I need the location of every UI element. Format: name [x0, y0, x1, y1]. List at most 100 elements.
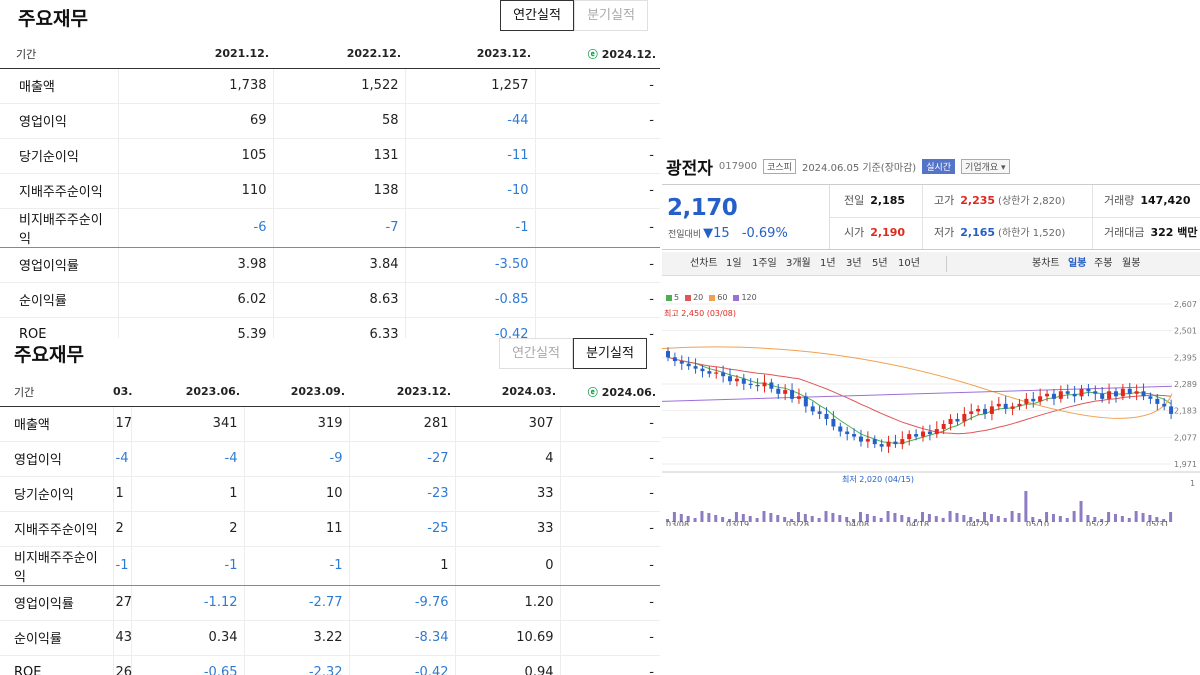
- quote-box: 2,170 전일대비 ▼15 -0.69% 전일 2,185 고가 2,235 (상한가…: [662, 184, 1200, 250]
- table-cell: -: [560, 406, 660, 442]
- table-cell: -0.42: [405, 317, 536, 338]
- range-3y[interactable]: 3년: [846, 252, 862, 276]
- candle-body: [927, 431, 932, 435]
- row-label: 당기순이익: [0, 476, 114, 512]
- candle-body: [1086, 388, 1091, 392]
- range-1y[interactable]: 1년: [820, 252, 836, 276]
- candle-body: [852, 434, 857, 437]
- table-cell: 3.84: [273, 247, 406, 283]
- table-cell: 0.34: [131, 620, 245, 656]
- stock-name: 광전자: [666, 158, 713, 179]
- volume-bar: [872, 516, 876, 522]
- volume-bar: [1127, 518, 1131, 522]
- volume-bar: [1003, 518, 1007, 522]
- volume-bar: [1113, 514, 1117, 522]
- range-3m[interactable]: 3개월: [786, 252, 811, 276]
- candle-body: [1141, 391, 1146, 397]
- candle-body: [748, 383, 753, 386]
- candle-body: [783, 390, 788, 394]
- candle-body: [1051, 393, 1056, 399]
- candle-body: [872, 439, 877, 445]
- tab-annual[interactable]: 연간실적: [499, 338, 573, 369]
- table-cell: 27: [113, 585, 132, 621]
- stock-header: 광전자 017900 코스피 2024.06.05 기준(장마감) 실시간 기업…: [666, 156, 1010, 179]
- row-label: 영업이익: [0, 103, 119, 139]
- table-cell: -1.12: [131, 585, 245, 621]
- candle-body: [886, 441, 891, 447]
- price-box: 2,170 전일대비 ▼15 -0.69%: [662, 185, 830, 249]
- y-tick-label: 2,395: [1174, 353, 1197, 362]
- table-row: 당기순이익 105 131 -11-: [0, 138, 660, 174]
- range-1d[interactable]: 1일: [726, 252, 742, 276]
- candle-body: [700, 368, 705, 372]
- candle-daily[interactable]: 일봉: [1068, 252, 1086, 276]
- table-cell: 10: [244, 476, 350, 512]
- table-cell: 6.02: [118, 282, 274, 318]
- candle-body: [666, 351, 670, 358]
- table-cell: -: [535, 103, 660, 139]
- volume-axis-label: 1: [1190, 479, 1195, 488]
- table-cell: 17: [113, 406, 132, 442]
- range-10y[interactable]: 10년: [898, 252, 920, 276]
- candle-body: [941, 424, 946, 430]
- range-5y[interactable]: 5년: [872, 252, 888, 276]
- candle-body: [983, 408, 988, 414]
- table-cell: 3.22: [244, 620, 350, 656]
- table-row: 지배주주순이익 110 138 -10-: [0, 173, 660, 209]
- candle-body: [755, 385, 760, 387]
- candle-body: [907, 434, 912, 440]
- candle-monthly[interactable]: 월봉: [1122, 252, 1140, 276]
- table-cell: -0.42: [349, 655, 456, 675]
- candle-body: [1162, 403, 1167, 407]
- candle-body: [796, 396, 801, 399]
- table-cell: 1.20: [455, 585, 561, 621]
- current-price: 2,170: [667, 195, 738, 221]
- volume-bar: [1141, 513, 1145, 522]
- candle-weekly[interactable]: 주봉: [1094, 252, 1112, 276]
- candle-body: [879, 444, 884, 447]
- table-header-row: 기간 2021.12. 2022.12. 2023.12. ⓔ 2024.12.: [0, 40, 660, 69]
- x-tick-label: 05/31: [1146, 520, 1169, 526]
- company-info-dropdown[interactable]: 기업개요 ▾: [961, 158, 1010, 174]
- tab-annual[interactable]: 연간실적: [500, 0, 574, 31]
- volume-bar: [1024, 491, 1028, 522]
- panel-title: 주요재무: [18, 8, 88, 30]
- candle-body: [1113, 391, 1118, 397]
- table-cell: -1: [244, 546, 350, 586]
- table-cell: 131: [273, 138, 406, 174]
- volume-bar: [1120, 516, 1124, 522]
- table-cell: -: [560, 476, 660, 512]
- x-tick-label: 05/10: [1026, 520, 1049, 526]
- table-cell: -0.85: [405, 282, 536, 318]
- volume-bar: [1169, 512, 1173, 522]
- candle-body: [672, 357, 677, 362]
- candle-body: [769, 382, 774, 389]
- table-row: 순이익률 43 0.34 3.22 -8.34 10.69-: [0, 620, 660, 656]
- table-cell: -9: [244, 441, 350, 477]
- candlestick-chart[interactable]: 2,607 2,501 2,395 2,289 2,183 2,077 1,971 최고 2…: [662, 286, 1200, 526]
- table-cell: -2.77: [244, 585, 350, 621]
- table-row: ROE 5.39 6.33 -0.42-: [0, 317, 660, 338]
- candle-body: [838, 426, 843, 432]
- range-line-chart[interactable]: 선차트: [690, 252, 718, 276]
- candle-chart-label[interactable]: 봉차트: [1032, 252, 1060, 276]
- table-cell: 43: [113, 620, 132, 656]
- period-header: 기간: [0, 378, 113, 407]
- ma-line: [667, 356, 1172, 444]
- realtime-button[interactable]: 실시간: [922, 158, 956, 174]
- table-cell: -2.32: [244, 655, 350, 675]
- row-label: 지배주주순이익: [0, 511, 114, 547]
- low-price: 저가 2,165 (하한가 1,520): [934, 226, 1066, 239]
- tab-quarterly[interactable]: 분기실적: [573, 338, 647, 369]
- table-cell: 1: [131, 476, 245, 512]
- row-label: 영업이익률: [0, 585, 114, 621]
- range-1w[interactable]: 1주일: [752, 252, 777, 276]
- table-cell: 319: [244, 406, 350, 442]
- quarterly-financials-panel: 주요재무 연간실적 분기실적 기간 03. 2023.06. 2023.09. …: [0, 338, 660, 675]
- candle-body: [831, 418, 836, 427]
- tab-quarterly[interactable]: 분기실적: [574, 0, 648, 31]
- volume-bar: [714, 515, 718, 522]
- candle-body: [810, 406, 815, 412]
- table-cell: 1: [349, 546, 456, 586]
- volume-bar: [900, 515, 904, 522]
